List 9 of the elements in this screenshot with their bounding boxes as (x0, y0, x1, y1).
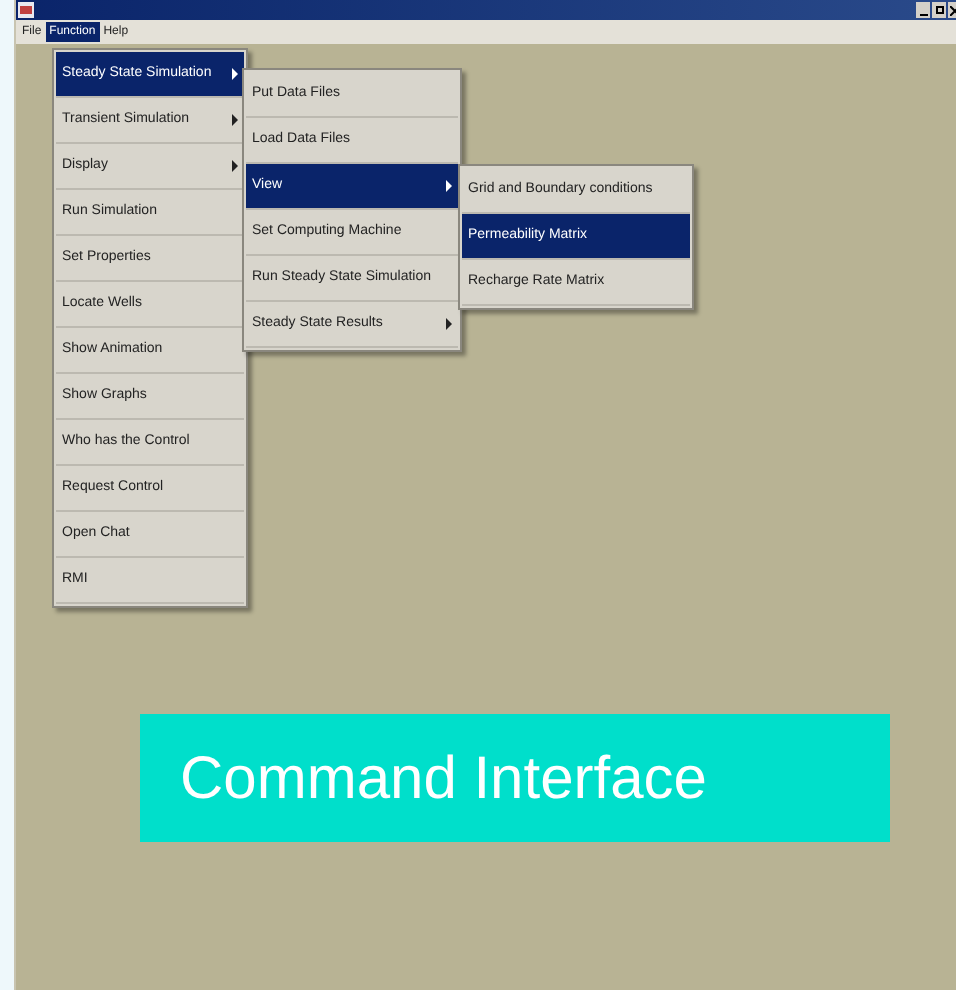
maximize-button[interactable] (932, 2, 946, 18)
app-icon (18, 2, 34, 18)
submenu-arrow-icon (232, 68, 238, 80)
submenu-arrow-icon (446, 318, 452, 330)
minimize-button[interactable] (916, 2, 930, 18)
submenu-arrow-icon (446, 180, 452, 192)
submenu-arrow-icon (232, 160, 238, 172)
submenu-arrow-icon (232, 114, 238, 126)
caption-banner: Command Interface (140, 714, 890, 842)
